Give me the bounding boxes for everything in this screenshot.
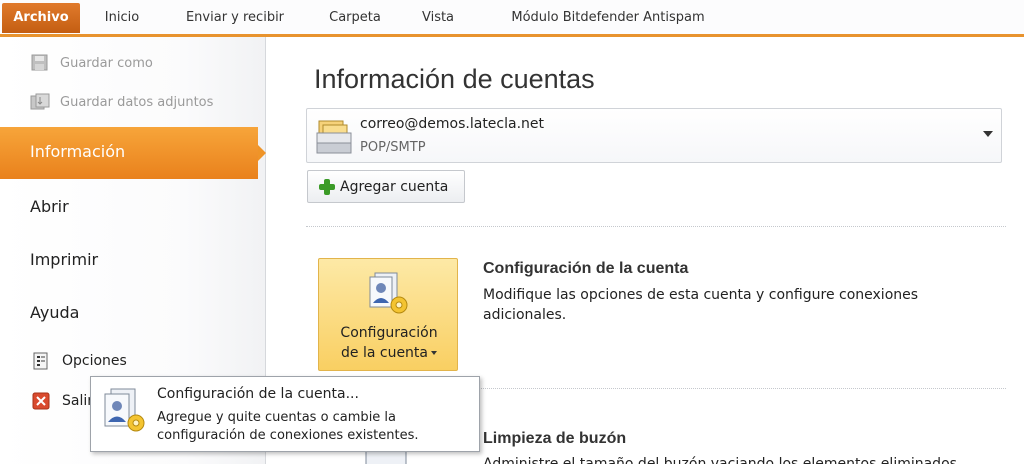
tab-modulo-bitdefender[interactable]: Módulo Bitdefender Antispam: [484, 0, 732, 36]
account-settings-button-label: Configuración de la cuenta: [340, 325, 438, 361]
nav-informacion[interactable]: Información: [0, 127, 266, 179]
tab-carpeta[interactable]: Carpeta: [318, 0, 392, 36]
section-title-account-settings: Configuración de la cuenta: [483, 260, 689, 277]
active-notch: [258, 145, 266, 161]
tab-vista[interactable]: Vista: [410, 0, 466, 36]
tab-inicio[interactable]: Inicio: [92, 0, 152, 36]
account-settings-icon: [369, 272, 408, 314]
ribbon-tab-bar: Archivo Inicio Enviar y recibir Carpeta …: [0, 0, 1024, 36]
account-settings-icon: [104, 388, 145, 432]
mail-account-icon: [316, 120, 352, 154]
save-attachments-command[interactable]: Guardar datos adjuntos: [30, 91, 213, 113]
save-as-command[interactable]: Guardar como: [30, 52, 153, 74]
account-type: POP/SMTP: [360, 140, 426, 155]
add-account-label: Agregar cuenta: [340, 178, 449, 195]
nav-imprimir[interactable]: Imprimir: [30, 250, 98, 269]
save-as-icon: [31, 54, 48, 71]
plus-icon: [318, 178, 336, 196]
menu-item-title: Configuración de la cuenta...: [157, 386, 359, 402]
exit-command[interactable]: Salir: [32, 392, 93, 410]
options-icon: [33, 352, 48, 370]
nav-informacion-label: Información: [30, 142, 126, 161]
menu-item-description: Agregue y quite cuentas o cambie la conf…: [157, 410, 419, 443]
save-attachments-label: Guardar datos adjuntos: [60, 94, 214, 110]
chevron-down-icon: [431, 351, 437, 355]
add-account-button[interactable]: Agregar cuenta: [307, 170, 465, 203]
nav-ayuda[interactable]: Ayuda: [30, 303, 79, 322]
section-title-mailbox-cleanup: Limpieza de buzón: [483, 430, 627, 447]
section-divider: [306, 226, 1006, 227]
account-settings-menu-item[interactable]: Configuración de la cuenta... Agregue y …: [90, 376, 480, 452]
account-selector[interactable]: correo@demos.latecla.net POP/SMTP: [306, 108, 1002, 163]
exit-label: Salir: [62, 393, 94, 409]
tab-archivo[interactable]: Archivo: [2, 3, 80, 33]
options-command[interactable]: Opciones: [32, 352, 127, 370]
page-title: Información de cuentas: [314, 64, 595, 94]
section-desc-mailbox-cleanup: Administre el tamaño del buzón vaciando …: [483, 456, 957, 464]
chevron-down-icon[interactable]: [983, 131, 993, 137]
tab-enviar-recibir[interactable]: Enviar y recibir: [170, 0, 300, 36]
save-as-label: Guardar como: [60, 55, 153, 71]
account-email: correo@demos.latecla.net: [360, 116, 545, 132]
nav-abrir[interactable]: Abrir: [30, 197, 69, 216]
save-attachments-icon: [30, 93, 50, 110]
section-desc-account-settings: Modifique las opciones de esta cuenta y …: [483, 287, 919, 323]
account-settings-button[interactable]: Configuración de la cuenta: [318, 258, 458, 371]
exit-icon: [32, 392, 50, 410]
options-label: Opciones: [62, 353, 127, 369]
